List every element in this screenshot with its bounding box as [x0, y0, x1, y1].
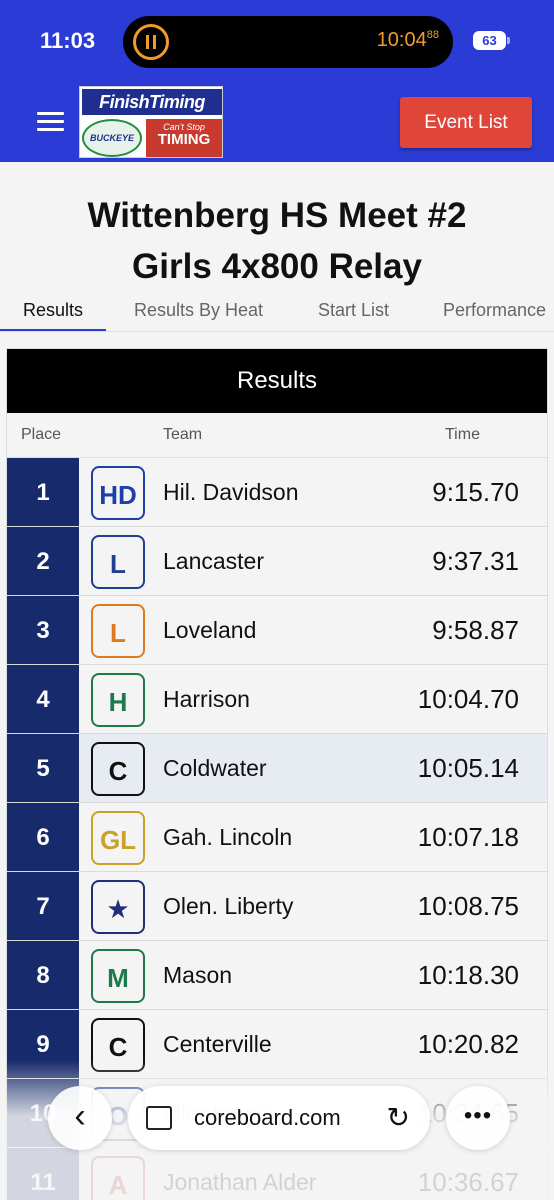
- place-cell: 3: [7, 596, 79, 664]
- timer-value: 10:04: [376, 29, 427, 51]
- table-row[interactable]: 2 L Lancaster 9:37.31: [7, 527, 547, 596]
- team-logo-icon: HD: [91, 466, 145, 520]
- dynamic-island[interactable]: 10:0488: [123, 16, 453, 68]
- stopwatch-icon: [133, 24, 169, 60]
- place-cell: 7: [7, 872, 79, 940]
- timer-readout: 10:0488: [377, 29, 439, 52]
- team-logo-icon: ★: [91, 880, 145, 934]
- place-cell: 2: [7, 527, 79, 595]
- logo-timing-line: TIMING: [157, 131, 211, 148]
- col-place: Place: [21, 426, 62, 443]
- tab-bar: Results Results By Heat Start List Perfo…: [0, 292, 554, 332]
- place-cell: 1: [7, 458, 79, 526]
- team-name: Gah. Lincoln: [163, 824, 293, 850]
- place-cell: 8: [7, 941, 79, 1009]
- table-row[interactable]: 3 L Loveland 9:58.87: [7, 596, 547, 665]
- table-row[interactable]: 1 HD Hil. Davidson 9:15.70: [7, 458, 547, 527]
- col-team: Team: [163, 426, 203, 443]
- more-button[interactable]: •••: [446, 1086, 510, 1150]
- team-logo-icon: L: [91, 535, 145, 589]
- url-text: coreboard.com: [194, 1105, 341, 1130]
- team-name: Olen. Liberty: [163, 893, 294, 919]
- meet-title: Wittenberg HS Meet #2: [87, 196, 467, 235]
- table-row[interactable]: 5 C Coldwater 10:05.14: [7, 734, 547, 803]
- pause-icon: [146, 35, 156, 49]
- place-cell: 6: [7, 803, 79, 871]
- team-name: Hil. Davidson: [163, 479, 299, 505]
- status-time: 11:03: [40, 28, 96, 53]
- finish-time: 10:05.14: [417, 753, 519, 783]
- browser-toolbar: ‹ coreboard.com ↻ •••: [48, 1086, 510, 1150]
- event-list-button[interactable]: Event List: [400, 97, 532, 148]
- team-name: Harrison: [163, 686, 250, 712]
- table-row[interactable]: 4 H Harrison 10:04.70: [7, 665, 547, 734]
- table-row[interactable]: 6 GL Gah. Lincoln 10:07.18: [7, 803, 547, 872]
- table-row[interactable]: 8 M Mason 10:18.30: [7, 941, 547, 1010]
- tab-start-list[interactable]: Start List: [318, 292, 389, 331]
- site-logo[interactable]: FinishTiming BUCKEYE TIMING Can't Stop T…: [79, 86, 223, 158]
- reload-icon[interactable]: ↻: [387, 1086, 410, 1150]
- team-name: Loveland: [163, 617, 257, 643]
- finish-time: 9:58.87: [432, 615, 519, 645]
- finish-time: 10:07.18: [417, 822, 519, 852]
- logo-buckeye: BUCKEYE TIMING: [82, 119, 142, 157]
- timer-fraction: 88: [426, 29, 439, 41]
- finish-time: 10:04.70: [417, 684, 519, 714]
- finish-time: 10:08.75: [417, 891, 519, 921]
- team-logo-icon: C: [91, 742, 145, 796]
- column-headers: Place Team Time: [7, 413, 547, 458]
- back-button[interactable]: ‹: [48, 1086, 112, 1150]
- team-name: Coldwater: [163, 755, 267, 781]
- status-bar: 11:03 10:0488 63: [0, 0, 554, 80]
- logo-cant-stop: Can't Stop TIMING: [146, 119, 222, 157]
- battery-icon: 63: [473, 31, 510, 50]
- event-title: Girls 4x800 Relay: [132, 247, 422, 286]
- menu-icon[interactable]: [37, 112, 64, 132]
- col-time: Time: [445, 426, 480, 443]
- address-bar[interactable]: coreboard.com ↻: [128, 1086, 430, 1150]
- team-logo-icon: L: [91, 604, 145, 658]
- team-name: Lancaster: [163, 548, 265, 574]
- team-logo-icon: GL: [91, 811, 145, 865]
- place-cell: 4: [7, 665, 79, 733]
- tab-performance[interactable]: Performance: [443, 292, 546, 331]
- table-row[interactable]: 7 ★ Olen. Liberty 10:08.75: [7, 872, 547, 941]
- page-title: Wittenberg HS Meet #2 Girls 4x800 Relay: [0, 190, 554, 292]
- app-header: 11:03 10:0488 63 FinishTiming BUCKEYE TI…: [0, 0, 554, 162]
- finish-time: 9:37.31: [432, 546, 519, 576]
- logo-finishtiming: FinishTiming: [82, 89, 222, 115]
- place-cell: 5: [7, 734, 79, 802]
- tab-results[interactable]: Results: [0, 292, 107, 331]
- finish-time: 9:15.70: [432, 477, 519, 507]
- team-name: Mason: [163, 962, 233, 988]
- tab-results-by-heat[interactable]: Results By Heat: [134, 292, 263, 331]
- team-logo-icon: H: [91, 673, 145, 727]
- team-logo-icon: M: [91, 949, 145, 1003]
- finish-time: 10:18.30: [417, 960, 519, 990]
- results-header: Results: [7, 349, 547, 413]
- page-menu-icon[interactable]: [146, 1106, 172, 1130]
